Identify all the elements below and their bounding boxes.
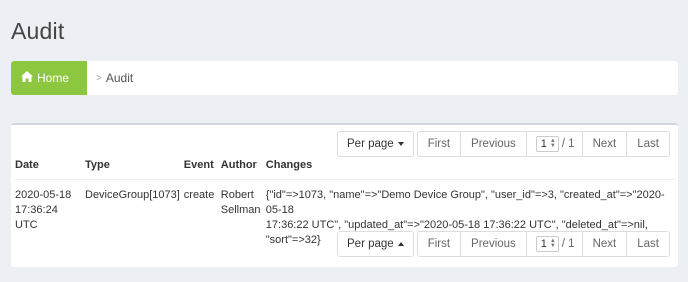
pager-top: Per page First Previous 1 ▲ ▼ / 1 Next La… [337,131,670,157]
next-page-button[interactable]: Next [581,131,628,157]
page-selector: 1 ▲ ▼ / 1 [525,231,583,257]
cell-author: Robert Sellman [220,179,266,248]
page-number-value: 1 [540,138,547,150]
cell-event: create [183,179,221,248]
cell-date: 2020-05-18 17:36:24 UTC [15,179,85,248]
page-number-input[interactable]: 1 ▲ ▼ [535,236,559,252]
table-header-row: Date Type Event Author Changes [15,159,676,180]
last-page-button[interactable]: Last [626,231,670,257]
breadcrumb-current: Audit [105,71,134,85]
last-page-button[interactable]: Last [626,131,670,157]
pager-bottom: Per page First Previous 1 ▲ ▼ / 1 Next La… [337,231,670,257]
home-icon [21,71,33,85]
cell-changes-line: {"id"=>1073, "name"=>"Demo Device Group"… [265,189,665,216]
breadcrumb-separator: > [96,72,102,84]
column-header-changes[interactable]: Changes [266,159,676,180]
previous-page-button[interactable]: Previous [460,131,527,157]
per-page-dropdown[interactable]: Per page [337,131,414,157]
column-header-author[interactable]: Author [221,159,266,180]
page-number-value: 1 [540,238,547,250]
caret-up-icon [397,242,404,246]
cell-date-line: 17:36:24 UTC [15,204,58,231]
per-page-label: Per page [347,138,394,150]
next-page-button[interactable]: Next [581,231,628,257]
page-title: Audit [11,18,65,44]
spinner-icon[interactable]: ▲ ▼ [550,238,556,249]
column-header-event[interactable]: Event [184,159,221,180]
previous-page-button[interactable]: Previous [460,231,527,257]
breadcrumb-home-link[interactable]: Home [11,61,87,95]
cell-date-line: 2020-05-18 [15,189,72,201]
first-page-button[interactable]: First [416,231,462,257]
cell-author-line: Sellman [220,204,261,216]
per-page-dropdown[interactable]: Per page [337,231,414,257]
page-total: / 1 [561,238,575,250]
page-number-input[interactable]: 1 ▲ ▼ [535,136,559,152]
column-header-type[interactable]: Type [85,159,184,180]
cell-author-line: Robert [220,189,254,201]
breadcrumb: Home > Audit [11,61,678,95]
caret-down-icon [397,142,404,146]
per-page-label: Per page [347,238,394,250]
first-page-button[interactable]: First [416,131,462,157]
cell-type: DeviceGroup[1073] [85,179,184,248]
breadcrumb-home-label: Home [37,71,70,85]
page-total: / 1 [561,138,575,150]
spinner-icon[interactable]: ▲ ▼ [550,138,556,149]
page-selector: 1 ▲ ▼ / 1 [525,131,583,157]
audit-card: Per page First Previous 1 ▲ ▼ / 1 Next La… [11,123,678,267]
column-header-date[interactable]: Date [15,159,85,180]
